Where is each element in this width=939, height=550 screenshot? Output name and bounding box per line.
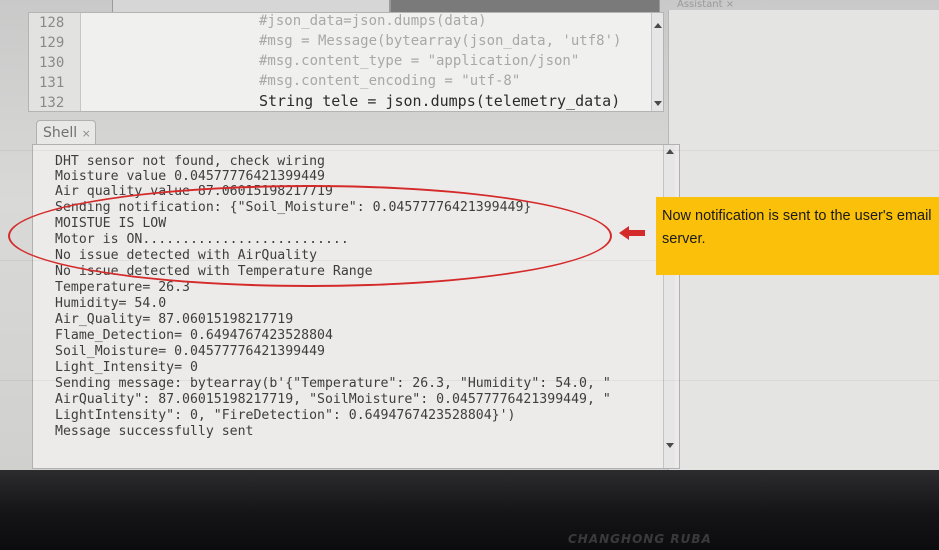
monitor-brand-label: CHANGHONG RUBA: [568, 532, 712, 546]
shell-line: Soil_Moisture= 0.04577776421399449: [55, 344, 325, 359]
shell-line: Flame_Detection= 0.6494767423528804: [55, 328, 333, 343]
shell-line: LightIntensity": 0, "FireDetection": 0.6…: [55, 408, 516, 423]
arrow-left-icon: [619, 226, 645, 240]
scroll-down-icon[interactable]: [666, 443, 674, 448]
line-number-gutter: 128 129 130 131 132: [29, 13, 81, 111]
shell-line: Air_Quality= 87.06015198217719: [55, 312, 294, 327]
shell-line: AirQuality": 87.06015198217719, "SoilMoi…: [55, 392, 611, 407]
shell-line: Light_Intensity= 0: [55, 360, 198, 375]
code-line-current: String tele = json.dumps(telemetry_data): [259, 92, 621, 110]
scroll-up-icon[interactable]: [654, 23, 662, 28]
line-number: 132: [39, 95, 65, 111]
monitor-bezel: [0, 470, 939, 550]
line-number: 128: [39, 15, 65, 31]
editor-scrollbar[interactable]: [651, 13, 663, 111]
code-line: #msg.content_encoding = "utf-8": [259, 73, 521, 89]
shell-line: Humidity= 54.0: [55, 296, 167, 311]
code-editor[interactable]: 128 129 130 131 132 #json_data=json.dump…: [28, 12, 664, 112]
shell-tab-label: Shell: [43, 125, 78, 141]
line-number: 129: [39, 35, 65, 51]
shell-line: Sending message: bytearray(b'{"Temperatu…: [55, 376, 611, 391]
line-number: 131: [39, 75, 65, 91]
code-line: #json_data=json.dumps(data): [259, 13, 487, 29]
shell-line: DHT sensor not found, check wiring: [55, 154, 325, 169]
highlight-ellipse: [8, 185, 612, 287]
code-line: #msg = Message(bytearray(json_data, 'utf…: [259, 33, 622, 49]
shell-line: Message successfully sent: [55, 424, 254, 439]
code-line: #msg.content_type = "application/json": [259, 53, 580, 69]
shell-scrollbar[interactable]: [663, 145, 675, 468]
close-icon[interactable]: ×: [82, 127, 91, 140]
scroll-down-icon[interactable]: [654, 101, 662, 106]
line-number: 130: [39, 55, 65, 71]
shell-line: Moisture value 0.04577776421399449: [55, 169, 325, 184]
shell-tab[interactable]: Shell ×: [36, 120, 96, 146]
annotation-note: Now notification is sent to the user's e…: [656, 197, 939, 275]
